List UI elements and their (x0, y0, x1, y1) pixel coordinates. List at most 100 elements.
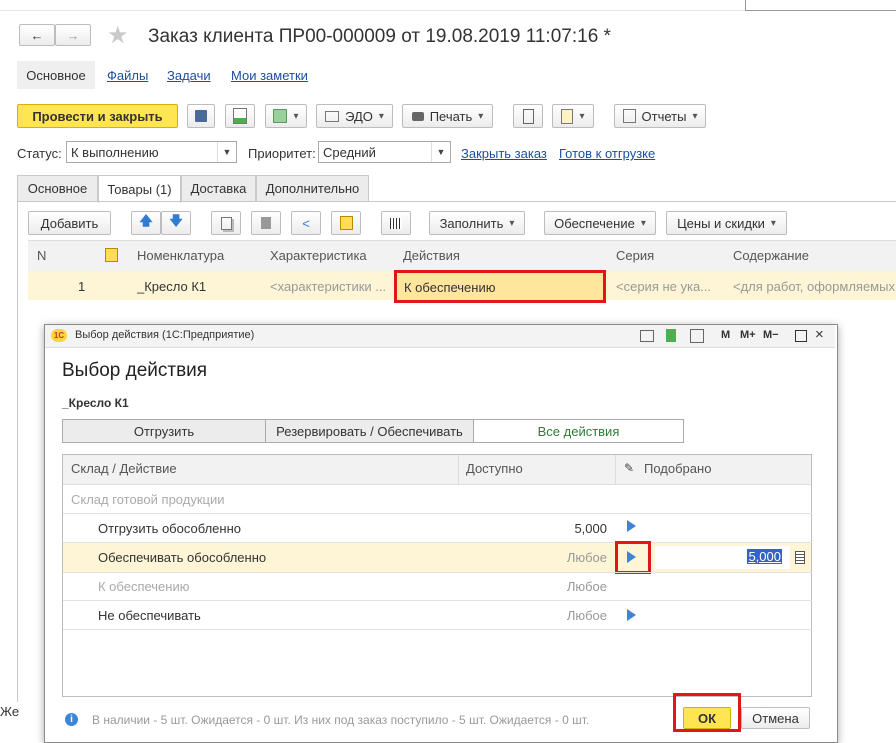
available-to-provide: Любое (566, 579, 607, 594)
actions-table (62, 454, 812, 697)
filter-all[interactable]: Все действия (474, 419, 684, 443)
dropdown-icon[interactable]: ▼ (431, 142, 450, 162)
back-button[interactable]: ← (19, 24, 55, 46)
cancel-label: Отмена (752, 710, 799, 726)
edo-button[interactable]: ЭДО (316, 104, 393, 128)
calculator-icon[interactable] (666, 329, 676, 342)
memory-m-button[interactable]: M (721, 329, 730, 341)
post-button[interactable] (225, 104, 255, 128)
action-provide-separately[interactable]: Обеспечивать обособленно (98, 550, 266, 565)
picked-quantity-field[interactable]: 5,000 (655, 546, 790, 569)
filter-reserve-label: Резервировать / Обеспечивать (276, 423, 463, 439)
maximize-icon[interactable] (795, 330, 807, 342)
row-item[interactable]: _Кресло К1 (137, 279, 206, 294)
reports-icon (622, 109, 636, 123)
add-row-button[interactable]: Добавить (28, 211, 111, 235)
col-warehouse-action: Склад / Действие (71, 461, 177, 476)
prices-discounts-button[interactable]: Цены и скидки (666, 211, 787, 235)
fill-button[interactable]: Заполнить (429, 211, 525, 235)
prices-discounts-label: Цены и скидки (677, 215, 765, 231)
barcode-button[interactable] (381, 211, 411, 235)
section-tab-files[interactable]: Файлы (107, 68, 148, 83)
close-order-link[interactable]: Закрыть заказ (461, 146, 547, 161)
col-n: N (37, 248, 47, 263)
tab-main[interactable]: Основное (17, 175, 98, 201)
reports-label: Отчеты (641, 108, 687, 124)
action-to-provide[interactable]: К обеспечению (98, 579, 189, 594)
priority-field[interactable]: Средний ▼ (318, 141, 451, 163)
action-ship-separately[interactable]: Отгрузить обособленно (98, 521, 241, 536)
pencil-icon: ✎ (624, 461, 635, 475)
post-document-icon (233, 108, 247, 124)
cancel-button[interactable]: Отмена (741, 707, 810, 729)
filter-ship[interactable]: Отгрузить (62, 419, 266, 443)
save-button[interactable] (187, 104, 215, 128)
ok-button[interactable]: ОК (683, 707, 731, 729)
dialog-item-name: _Кресло К1 (62, 396, 129, 410)
supply-label: Обеспечение (554, 215, 635, 231)
copy-button[interactable] (211, 211, 241, 235)
move-up-button[interactable]: 🡅 (131, 211, 161, 235)
row-divider (63, 513, 812, 514)
priority-value: Средний (323, 145, 376, 160)
app-logo-icon: 1С (51, 329, 67, 342)
arrow-right-icon[interactable] (627, 609, 636, 621)
section-tab-notes[interactable]: Мои заметки (231, 68, 308, 83)
tab-goods[interactable]: Товары (1) (98, 175, 181, 203)
create-based-button[interactable] (265, 104, 307, 128)
document-gear-icon (561, 108, 574, 124)
col-series: Серия (616, 248, 655, 263)
tab-goods-label: Товары (1) (107, 182, 172, 197)
action-do-not-provide[interactable]: Не обеспечивать (98, 608, 201, 623)
calendar-icon[interactable] (690, 329, 704, 343)
filter-all-label: Все действия (537, 423, 620, 439)
journal-button[interactable] (513, 104, 543, 128)
forward-button[interactable]: → (55, 24, 91, 46)
attachments-button[interactable] (552, 104, 594, 128)
dropdown-icon[interactable]: ▼ (217, 142, 236, 162)
stock-info-text: В наличии - 5 шт. Ожидается - 0 шт. Из н… (92, 713, 590, 727)
row-characteristic[interactable]: <характеристики ... (270, 279, 388, 294)
copy-icon (220, 216, 232, 230)
fill-label: Заполнить (439, 215, 504, 231)
close-icon[interactable]: × (815, 326, 824, 343)
tab-delivery[interactable]: Доставка (181, 175, 256, 201)
pick-button[interactable] (331, 211, 361, 235)
arrow-down-icon: 🡇 (169, 213, 183, 228)
status-field[interactable]: К выполнению ▼ (66, 141, 237, 163)
row-series[interactable]: <серия не ука... (616, 279, 721, 294)
section-tab-main[interactable]: Основное (17, 61, 95, 89)
reports-button[interactable]: Отчеты (614, 104, 706, 128)
row-content[interactable]: <для работ, оформляемых (733, 279, 896, 294)
section-tab-tasks[interactable]: Задачи (167, 68, 211, 83)
footer-text: Же (0, 704, 20, 719)
arrow-up-icon: 🡅 (139, 213, 153, 228)
tab-main-label: Основное (27, 181, 88, 196)
available-provide-separately: Любое (566, 550, 607, 565)
filter-reserve[interactable]: Резервировать / Обеспечивать (266, 419, 474, 443)
print-dialog-icon[interactable] (640, 330, 654, 342)
supply-button[interactable]: Обеспечение (544, 211, 656, 235)
edo-icon (325, 110, 340, 122)
col-divider (615, 455, 616, 484)
ok-label: ОК (697, 710, 717, 726)
favorite-star-icon[interactable]: ★ (107, 21, 129, 50)
memory-minus-button[interactable]: M− (763, 329, 779, 341)
memory-plus-button[interactable]: M+ (740, 329, 756, 341)
row-action-cell[interactable]: К обеспечению (394, 270, 606, 303)
ready-to-ship-link[interactable]: Готов к отгрузке (559, 146, 655, 161)
status-label: Статус: (17, 146, 62, 161)
split-row-button[interactable]: < (291, 211, 321, 235)
section-tab-main-label: Основное (26, 67, 86, 83)
tab-additional[interactable]: Дополнительно (256, 175, 369, 201)
col-picked: Подобрано (644, 461, 712, 476)
print-button[interactable]: Печать (402, 104, 493, 128)
pick-column-icon (105, 248, 118, 262)
add-row-label: Добавить (40, 215, 99, 231)
arrow-right-icon[interactable] (627, 520, 636, 532)
arrow-right-icon[interactable] (627, 551, 636, 563)
post-and-close-button[interactable]: Провести и закрыть (17, 104, 178, 128)
calculator-icon[interactable] (795, 551, 805, 564)
move-down-button[interactable]: 🡇 (161, 211, 191, 235)
paste-button[interactable] (251, 211, 281, 235)
